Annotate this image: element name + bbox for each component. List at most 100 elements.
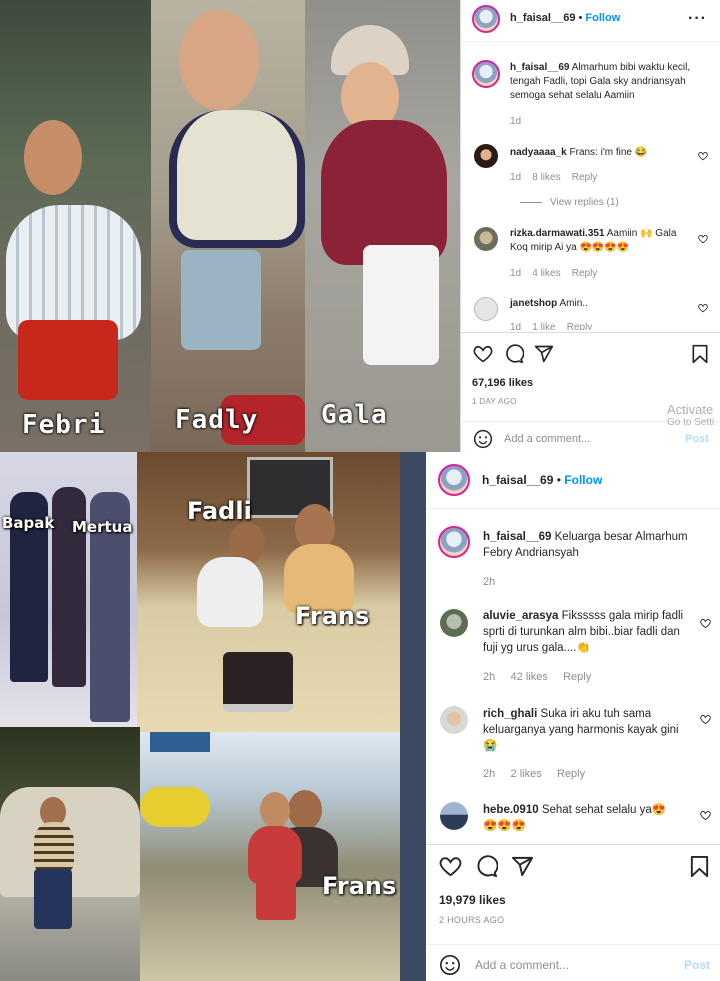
follow-button[interactable]: Follow <box>564 473 602 487</box>
post-button[interactable]: Post <box>685 433 709 445</box>
comment-likes[interactable]: 1 like <box>532 322 555 330</box>
view-replies-label[interactable]: View replies (1) <box>550 197 619 208</box>
share-icon[interactable] <box>511 855 534 878</box>
child-head <box>24 120 82 195</box>
comment: nadyaaaa_k Frans: i'm fine 😂 <box>510 146 690 160</box>
post-header: h_faisal__69 • Follow <box>482 473 602 487</box>
activation-watermark: Activate Go to Setti <box>667 402 714 428</box>
comment-avatar[interactable] <box>440 609 468 637</box>
child-head <box>179 10 259 110</box>
photo-birthday: Fadli Frans <box>137 452 400 732</box>
follow-button[interactable]: Follow <box>585 12 620 24</box>
caption-username[interactable]: h_faisal__69 <box>510 62 570 73</box>
child-shirt <box>248 826 302 884</box>
comment-username[interactable]: aluvie_arasya <box>483 610 558 622</box>
reply-button[interactable]: Reply <box>557 768 585 780</box>
heart-icon[interactable] <box>439 855 462 878</box>
view-replies[interactable]: View replies (1) <box>520 197 619 208</box>
caption-bapak: Bapak <box>2 514 55 532</box>
reply-button[interactable]: Reply <box>567 322 593 330</box>
bookmark-icon[interactable] <box>690 344 710 364</box>
like-count[interactable]: 67,196 likes <box>472 377 533 389</box>
post-button[interactable]: Post <box>684 958 710 972</box>
caption: h_faisal__69 Keluarga besar Almarhum Feb… <box>483 529 713 561</box>
more-options-icon[interactable]: ··· <box>688 10 707 28</box>
comment-likes[interactable]: 8 likes <box>532 172 560 183</box>
comment-icon[interactable] <box>504 344 524 364</box>
comment-username[interactable]: janetshop <box>510 298 557 309</box>
comment-meta: 1d 8 likes Reply <box>510 172 597 183</box>
like-count[interactable]: 19,979 likes <box>439 893 506 907</box>
caption-fadly: Fadly <box>175 405 259 435</box>
comment-username[interactable]: hebe.0910 <box>483 804 539 816</box>
comment-avatar[interactable] <box>474 227 498 251</box>
like-comment-heart-icon[interactable] <box>700 618 711 629</box>
child-pants <box>363 245 439 365</box>
dot-separator: • <box>578 12 583 24</box>
share-icon[interactable] <box>534 344 554 364</box>
caption-frans: Frans <box>295 602 370 630</box>
playground-frame <box>150 732 210 752</box>
comment-avatar[interactable] <box>440 706 468 734</box>
heart-icon[interactable] <box>473 344 493 364</box>
instagram-panel-bottom: h_faisal__69 • Follow h_faisal__69 Kelua… <box>426 452 720 981</box>
comment-time: 2h <box>483 671 496 683</box>
like-comment-heart-icon[interactable] <box>698 234 708 244</box>
comment: aluvie_arasya Fiksssss gala mirip fadli … <box>483 608 693 656</box>
add-comment-input[interactable]: Add a comment... <box>475 958 569 972</box>
child-head <box>288 790 322 830</box>
post-date: 1 DAY AGO <box>472 397 517 406</box>
comment-username[interactable]: nadyaaaa_k <box>510 147 567 158</box>
comment: janetshop Amin.. <box>510 297 690 311</box>
bookmark-icon[interactable] <box>688 855 711 878</box>
comment-likes[interactable]: 4 likes <box>532 268 560 279</box>
add-comment-input[interactable]: Add a comment... <box>504 433 590 445</box>
comment-icon[interactable] <box>475 855 498 878</box>
like-comment-heart-icon[interactable] <box>700 714 711 725</box>
comment-meta: 2h 42 likes Reply <box>483 671 591 683</box>
photo-febri: Febri <box>0 0 151 452</box>
child-shirt <box>34 822 74 872</box>
child-shirt <box>197 557 263 627</box>
avatar[interactable] <box>438 464 470 496</box>
comment-likes[interactable]: 2 likes <box>511 768 542 780</box>
avatar[interactable] <box>472 5 500 33</box>
reply-button[interactable]: Reply <box>563 671 591 683</box>
caption-username[interactable]: h_faisal__69 <box>483 531 551 543</box>
like-comment-heart-icon[interactable] <box>698 151 708 161</box>
comment-avatar[interactable] <box>474 297 498 321</box>
photo-fadly: Fadly <box>151 0 305 452</box>
like-comment-heart-icon[interactable] <box>698 303 708 313</box>
username[interactable]: h_faisal__69 <box>482 473 553 487</box>
header-divider <box>460 41 720 42</box>
child-head <box>260 792 290 828</box>
caption-avatar[interactable] <box>438 526 470 558</box>
comment-likes[interactable]: 42 likes <box>511 671 548 683</box>
reply-button[interactable]: Reply <box>572 172 598 183</box>
person <box>52 487 86 687</box>
photo-bapak-mertua: Bapak Mertua <box>0 452 137 727</box>
caption-avatar[interactable] <box>472 60 500 88</box>
comment-avatar[interactable] <box>474 144 498 168</box>
post-date: 2 HOURS AGO <box>439 915 505 925</box>
emoji-icon[interactable] <box>439 954 461 976</box>
comment: rich_ghali Suka iri aku tuh sama keluarg… <box>483 706 693 754</box>
comment-username[interactable]: rich_ghali <box>483 708 537 720</box>
watermark-line-1: Activate <box>667 402 714 417</box>
panel-left-border <box>460 0 461 452</box>
emoji-icon[interactable] <box>473 429 493 449</box>
photo-gala: Gala <box>305 0 460 452</box>
dot-separator: • <box>556 473 561 487</box>
like-comment-heart-icon[interactable] <box>700 810 711 821</box>
comment-avatar[interactable] <box>440 802 468 830</box>
reply-button[interactable]: Reply <box>572 268 598 279</box>
actions-divider <box>460 332 720 333</box>
caption-time: 2h <box>483 576 496 588</box>
comment-username[interactable]: rizka.darmawati.351 <box>510 228 605 239</box>
watermark-line-2: Go to Setti <box>667 417 715 428</box>
comment-time: 1d <box>510 172 522 183</box>
slide <box>140 787 210 827</box>
child-shorts <box>18 320 118 400</box>
child-shirt <box>321 120 447 265</box>
username[interactable]: h_faisal__69 <box>510 12 575 24</box>
